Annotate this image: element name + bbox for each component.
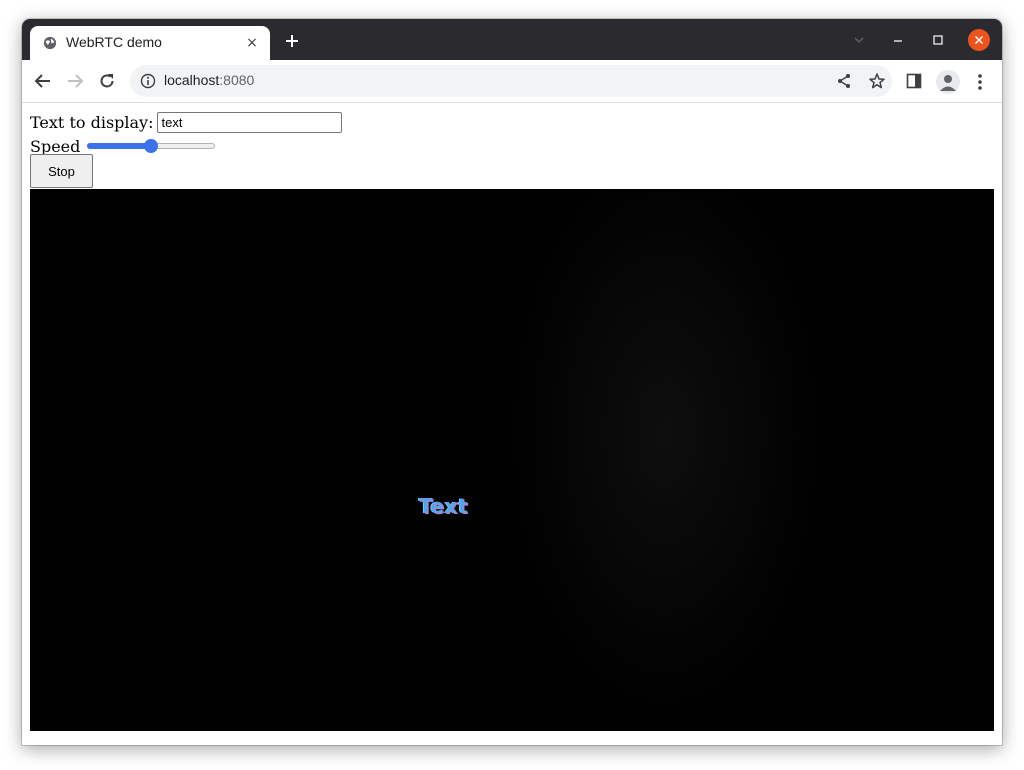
maximize-button[interactable] [928, 30, 948, 50]
tab-webrtc-demo[interactable]: WebRTC demo × [30, 26, 270, 60]
reload-button[interactable] [96, 70, 118, 92]
plus-icon [286, 35, 298, 47]
person-icon [940, 75, 956, 91]
arrow-right-icon [68, 74, 84, 88]
speed-label: Speed [30, 136, 81, 156]
address-bar[interactable]: localhost:8080 [130, 65, 892, 97]
slider-thumb[interactable] [144, 139, 159, 153]
video-overlay-text: Text [419, 494, 469, 518]
url-host: localhost [164, 72, 220, 88]
url-port: :8080 [219, 72, 255, 88]
text-to-display-input[interactable] [157, 111, 343, 133]
side-panel-icon[interactable] [906, 73, 922, 89]
video-canvas: Text [30, 189, 994, 731]
close-window-button[interactable] [968, 29, 990, 51]
info-icon[interactable] [140, 73, 156, 89]
slider-fill [87, 143, 152, 149]
minimize-button[interactable] [888, 30, 908, 50]
page-content: Text to display: Speed Stop Text [22, 103, 1002, 745]
browser-window: WebRTC demo × localhost:8080 Text to dis… [22, 19, 1002, 745]
tab-close-icon[interactable]: × [242, 33, 262, 53]
globe-icon [43, 36, 57, 50]
stop-button[interactable]: Stop [30, 154, 93, 188]
star-icon[interactable] [868, 72, 886, 90]
text-to-display-label: Text to display: [30, 112, 154, 132]
tab-title: WebRTC demo [66, 34, 162, 50]
new-tab-button[interactable] [282, 31, 302, 51]
reload-icon [100, 74, 114, 88]
tab-search-icon[interactable] [852, 33, 866, 47]
video-background-shading [500, 189, 830, 731]
profile-avatar-icon[interactable] [936, 70, 960, 94]
close-icon [975, 36, 983, 44]
text-row: Text to display: [30, 111, 343, 133]
browser-toolbar: localhost:8080 [22, 60, 1002, 103]
maximize-icon [933, 35, 943, 45]
back-button[interactable] [32, 70, 54, 92]
more-menu-icon[interactable] [974, 72, 986, 92]
speed-slider[interactable] [87, 138, 216, 154]
title-bar: WebRTC demo × [22, 19, 1002, 60]
share-icon[interactable] [836, 73, 852, 89]
arrow-left-icon [34, 74, 50, 88]
minimize-icon [894, 40, 902, 42]
forward-button[interactable] [64, 70, 86, 92]
url-text[interactable]: localhost:8080 [164, 72, 254, 88]
